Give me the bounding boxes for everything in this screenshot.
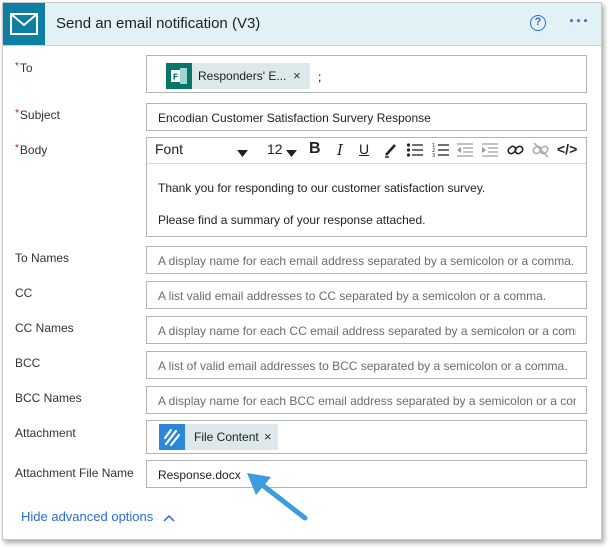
attachment-field[interactable]: File Content × xyxy=(146,420,587,454)
card-header[interactable]: Send an email notification (V3) ? ··· xyxy=(3,3,601,46)
to-names-placeholder: A display name for each email address se… xyxy=(158,254,575,268)
required-mark: * xyxy=(15,61,19,72)
annotation-arrow-icon xyxy=(247,473,308,521)
help-icon[interactable]: ? xyxy=(530,15,546,31)
body-line-2: Please find a summary of your response a… xyxy=(158,213,426,227)
subject-value: Encodian Customer Satisfaction Survery R… xyxy=(158,111,431,125)
cc-placeholder: A list valid email addresses to CC separ… xyxy=(158,289,547,303)
svg-text:F: F xyxy=(173,73,178,82)
body-editor[interactable]: Font 12 B I U 123 </> Thank you for resp… xyxy=(146,137,587,237)
cc-label: CC xyxy=(15,286,33,300)
underline-button[interactable]: U xyxy=(359,141,369,157)
to-names-label: To Names xyxy=(15,251,70,265)
email-action-card: Send an email notification (V3) ? ··· *T… xyxy=(2,2,602,540)
italic-button[interactable]: I xyxy=(337,141,343,159)
bcc-names-placeholder: A display name for each BCC email addres… xyxy=(158,394,576,408)
body-line-1: Thank you for responding to our customer… xyxy=(158,181,486,195)
bold-button[interactable]: B xyxy=(309,140,321,158)
size-dropdown-icon[interactable] xyxy=(286,144,297,160)
bulleted-list-icon[interactable] xyxy=(406,142,424,161)
chevron-up-icon xyxy=(163,510,175,525)
bcc-names-label: BCC Names xyxy=(15,391,82,405)
font-select[interactable]: Font xyxy=(155,141,183,157)
attachment-file-name-label: Attachment File Name xyxy=(15,466,134,480)
cc-names-placeholder: A display name for each CC email address… xyxy=(158,324,576,338)
token-remove-icon[interactable]: × xyxy=(293,68,301,83)
forms-icon: F xyxy=(166,63,192,89)
font-dropdown-icon[interactable] xyxy=(237,144,248,160)
to-field[interactable]: F Responders' E... × ; xyxy=(146,55,587,93)
token-label: Responders' E... xyxy=(198,69,287,83)
cc-input[interactable]: A list valid email addresses to CC separ… xyxy=(146,281,587,309)
bcc-placeholder: A list of valid email addresses to BCC s… xyxy=(158,359,568,373)
attachment-file-name-input[interactable]: Response.docx xyxy=(146,460,587,488)
hide-advanced-options-link[interactable]: Hide advanced options xyxy=(21,509,175,525)
file-content-token[interactable]: File Content × xyxy=(159,424,278,450)
bcc-label: BCC xyxy=(15,356,41,370)
attachment-label: Attachment xyxy=(15,426,76,440)
subject-label: *Subject xyxy=(15,108,60,122)
decrease-indent-icon[interactable] xyxy=(456,142,474,161)
card-title: Send an email notification (V3) xyxy=(56,15,261,32)
more-options-icon[interactable]: ··· xyxy=(569,11,590,32)
to-label: *To xyxy=(15,61,33,75)
body-label: *Body xyxy=(15,143,48,157)
attachment-file-name-value: Response.docx xyxy=(158,468,241,482)
bcc-names-input[interactable]: A display name for each BCC email addres… xyxy=(146,386,587,414)
numbered-list-icon[interactable]: 123 xyxy=(432,142,450,161)
unlink-icon[interactable] xyxy=(532,142,550,161)
code-view-button[interactable]: </> xyxy=(557,141,577,157)
token-label: File Content xyxy=(194,430,259,444)
subject-input[interactable]: Encodian Customer Satisfaction Survery R… xyxy=(146,103,587,131)
cc-names-input[interactable]: A display name for each CC email address… xyxy=(146,316,587,344)
cc-names-label: CC Names xyxy=(15,321,74,335)
rich-text-toolbar: Font 12 B I U 123 </> xyxy=(147,138,586,164)
svg-text:3: 3 xyxy=(432,153,435,158)
increase-indent-icon[interactable] xyxy=(481,142,499,161)
envelope-icon xyxy=(3,3,45,45)
highlight-icon[interactable] xyxy=(383,142,399,161)
responders-email-token[interactable]: F Responders' E... × xyxy=(166,63,310,89)
to-separator: ; xyxy=(318,70,322,84)
link-icon[interactable] xyxy=(507,142,525,161)
bcc-input[interactable]: A list of valid email addresses to BCC s… xyxy=(146,351,587,379)
token-remove-icon[interactable]: × xyxy=(264,429,272,444)
encodian-icon xyxy=(159,424,185,450)
to-names-input[interactable]: A display name for each email address se… xyxy=(146,246,587,274)
font-size-select[interactable]: 12 xyxy=(267,141,283,157)
